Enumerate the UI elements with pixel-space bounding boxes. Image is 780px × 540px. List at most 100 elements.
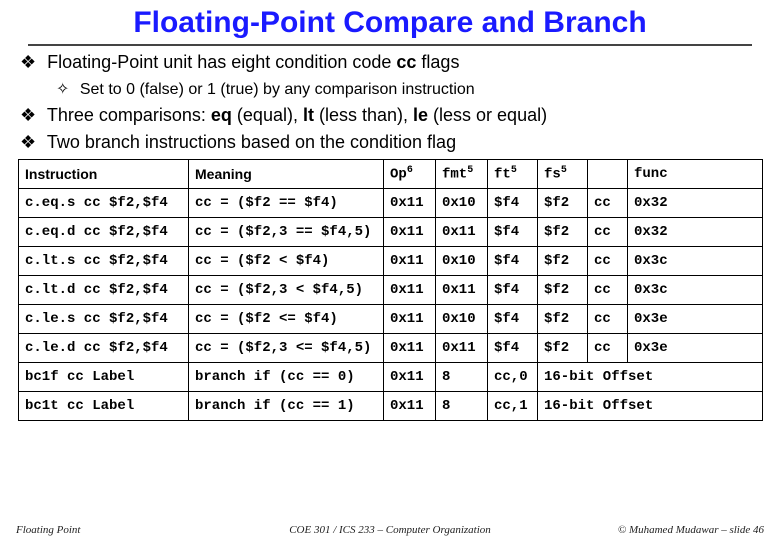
instruction-table: Instruction Meaning Op6 fmt5 ft5 fs5 fun… (18, 159, 763, 421)
cell-fmt: 0x11 (436, 218, 488, 247)
bullet-2-le: le (413, 105, 428, 125)
cell-cc: cc (588, 305, 628, 334)
cell-ft: $f4 (488, 247, 538, 276)
cell-func: 0x3c (628, 247, 763, 276)
bullet-2-pre: Three comparisons: (47, 105, 211, 125)
slide-title: Floating-Point Compare and Branch (0, 0, 780, 44)
cell-meaning: cc = ($f2,3 <= $f4,5) (189, 334, 384, 363)
cell-fmt: 8 (436, 363, 488, 392)
cell-instr: c.le.s cc $f2,$f4 (19, 305, 189, 334)
cell-op: 0x11 (384, 305, 436, 334)
cell-fmt: 0x10 (436, 189, 488, 218)
bullet-2-eq: eq (211, 105, 232, 125)
cell-cc: cc (588, 276, 628, 305)
cell-ft: $f4 (488, 189, 538, 218)
footer: Floating Point COE 301 / ICS 233 – Compu… (0, 524, 780, 536)
cell-fmt: 0x10 (436, 305, 488, 334)
cell-ft: $f4 (488, 334, 538, 363)
cell-op: 0x11 (384, 189, 436, 218)
th-meaning: Meaning (189, 160, 384, 189)
cell-cc: cc (588, 218, 628, 247)
bullet-3-text: Two branch instructions based on the con… (47, 132, 456, 152)
cell-func: 0x32 (628, 218, 763, 247)
table-row: c.lt.s cc $f2,$f4cc = ($f2 < $f4)0x110x1… (19, 247, 763, 276)
bullet-2-eq-t: (equal), (232, 105, 303, 125)
th-op: Op6 (384, 160, 436, 189)
cell-meaning: branch if (cc == 0) (189, 363, 384, 392)
table-row: c.eq.s cc $f2,$f4cc = ($f2 == $f4)0x110x… (19, 189, 763, 218)
cell-ft: $f4 (488, 305, 538, 334)
cell-instr: c.eq.d cc $f2,$f4 (19, 218, 189, 247)
cell-func: 0x32 (628, 189, 763, 218)
bullet-2: ❖ Three comparisons: eq (equal), lt (les… (20, 105, 760, 126)
cell-fs: $f2 (538, 276, 588, 305)
bullet-1: ❖ Floating-Point unit has eight conditio… (20, 52, 760, 73)
cell-ft: $f4 (488, 276, 538, 305)
cell-fmt: 0x10 (436, 247, 488, 276)
bullet-1-text-pre: Floating-Point unit has eight condition … (47, 52, 396, 72)
footer-left: Floating Point (16, 524, 80, 536)
bullet-1-cc: cc (396, 52, 416, 72)
diamond-icon: ❖ (20, 52, 36, 72)
th-instruction: Instruction (19, 160, 189, 189)
footer-right: © Muhamed Mudawar – slide 46 (618, 524, 764, 536)
cell-instr: c.lt.d cc $f2,$f4 (19, 276, 189, 305)
table-row: c.lt.d cc $f2,$f4cc = ($f2,3 < $f4,5)0x1… (19, 276, 763, 305)
cell-meaning: cc = ($f2 < $f4) (189, 247, 384, 276)
bullet-2-lt-t: (less than), (314, 105, 413, 125)
cell-instr: c.le.d cc $f2,$f4 (19, 334, 189, 363)
bullet-3: ❖ Two branch instructions based on the c… (20, 132, 760, 153)
cell-func: 0x3c (628, 276, 763, 305)
diamond-icon: ❖ (20, 105, 36, 125)
cell-ft: $f4 (488, 218, 538, 247)
cell-instr: bc1f cc Label (19, 363, 189, 392)
table-row: c.eq.d cc $f2,$f4cc = ($f2,3 == $f4,5)0x… (19, 218, 763, 247)
cell-offset: 16-bit Offset (538, 392, 763, 421)
bullet-1-sub: ✧ Set to 0 (false) or 1 (true) by any co… (56, 79, 760, 99)
table-row: c.le.s cc $f2,$f4cc = ($f2 <= $f4)0x110x… (19, 305, 763, 334)
cell-fmt: 0x11 (436, 276, 488, 305)
cell-op: 0x11 (384, 276, 436, 305)
bullet-1-sub-text: Set to 0 (false) or 1 (true) by any comp… (80, 81, 475, 98)
diamond-outline-icon: ✧ (56, 81, 69, 98)
cell-cc: cc (588, 334, 628, 363)
cell-meaning: cc = ($f2 <= $f4) (189, 305, 384, 334)
bullet-2-le-t: (less or equal) (428, 105, 547, 125)
th-fs: fs5 (538, 160, 588, 189)
cell-func: 0x3e (628, 334, 763, 363)
diamond-icon: ❖ (20, 132, 36, 152)
bullet-2-lt: lt (303, 105, 314, 125)
cell-meaning: cc = ($f2,3 == $f4,5) (189, 218, 384, 247)
th-blank (588, 160, 628, 189)
cell-instr: c.lt.s cc $f2,$f4 (19, 247, 189, 276)
cell-fs: $f2 (538, 305, 588, 334)
th-fmt: fmt5 (436, 160, 488, 189)
cell-op: 0x11 (384, 363, 436, 392)
cell-offset: 16-bit Offset (538, 363, 763, 392)
cell-op: 0x11 (384, 392, 436, 421)
table-header-row: Instruction Meaning Op6 fmt5 ft5 fs5 fun… (19, 160, 763, 189)
th-ft: ft5 (488, 160, 538, 189)
cell-meaning: cc = ($f2,3 < $f4,5) (189, 276, 384, 305)
bullet-1-text-post: flags (416, 52, 459, 72)
cell-op: 0x11 (384, 247, 436, 276)
cell-meaning: branch if (cc == 1) (189, 392, 384, 421)
cell-ft: cc,0 (488, 363, 538, 392)
cell-op: 0x11 (384, 334, 436, 363)
table-row: bc1f cc Labelbranch if (cc == 0)0x118cc,… (19, 363, 763, 392)
cell-instr: bc1t cc Label (19, 392, 189, 421)
cell-fmt: 8 (436, 392, 488, 421)
cell-cc: cc (588, 247, 628, 276)
cell-cc: cc (588, 189, 628, 218)
cell-fs: $f2 (538, 218, 588, 247)
table-row: bc1t cc Labelbranch if (cc == 1)0x118cc,… (19, 392, 763, 421)
table-row: c.le.d cc $f2,$f4cc = ($f2,3 <= $f4,5)0x… (19, 334, 763, 363)
cell-instr: c.eq.s cc $f2,$f4 (19, 189, 189, 218)
cell-fs: $f2 (538, 334, 588, 363)
th-func: func (628, 160, 763, 189)
cell-fs: $f2 (538, 247, 588, 276)
cell-meaning: cc = ($f2 == $f4) (189, 189, 384, 218)
cell-func: 0x3e (628, 305, 763, 334)
cell-fmt: 0x11 (436, 334, 488, 363)
cell-op: 0x11 (384, 218, 436, 247)
